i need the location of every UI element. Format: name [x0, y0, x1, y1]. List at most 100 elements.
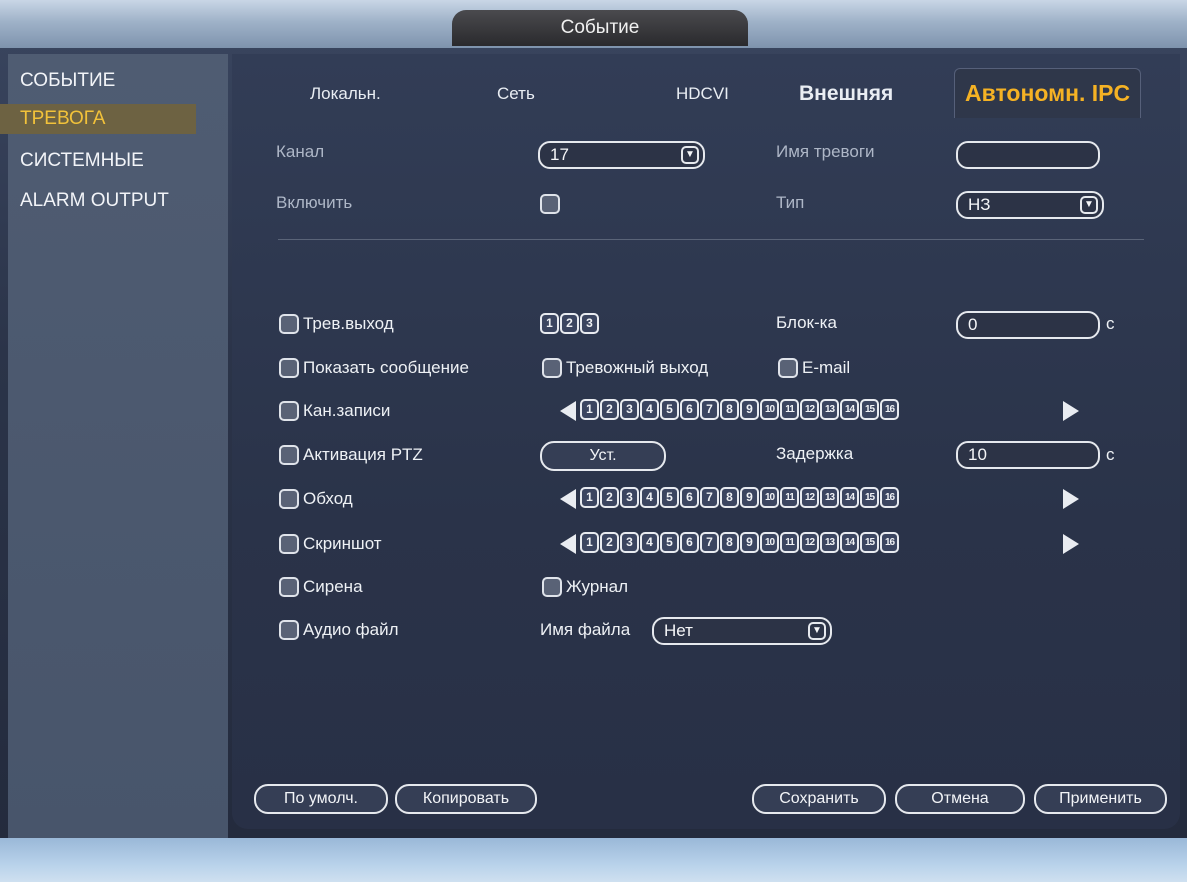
channel-number-8[interactable]: 8 [720, 399, 739, 420]
channel-select[interactable]: 17 ▼ [538, 141, 705, 169]
tab-local[interactable]: Локальн. [310, 72, 381, 116]
alarm-out-label: Трев.выход [303, 314, 394, 333]
channel-number-6[interactable]: 6 [680, 532, 699, 553]
cancel-button[interactable]: Отмена [895, 784, 1025, 814]
apply-button[interactable]: Применить [1034, 784, 1167, 814]
channel-number-9[interactable]: 9 [740, 399, 759, 420]
channel-number-12[interactable]: 12 [800, 532, 819, 553]
channel-number-14[interactable]: 14 [840, 487, 859, 508]
channel-number-14[interactable]: 14 [840, 399, 859, 420]
copy-button[interactable]: Копировать [395, 784, 537, 814]
next-arrow-icon[interactable] [1063, 534, 1079, 554]
channel-number-4[interactable]: 4 [640, 532, 659, 553]
channel-number-13[interactable]: 13 [820, 487, 839, 508]
taskbar [0, 838, 1187, 882]
channel-number-2[interactable]: 2 [600, 487, 619, 508]
next-arrow-icon[interactable] [1063, 401, 1079, 421]
alarm-name-label: Имя тревоги [776, 142, 875, 161]
alarm-out-checkbox[interactable]: Трев.выход [279, 311, 394, 337]
next-arrow-icon[interactable] [1063, 489, 1079, 509]
alarm-name-input[interactable] [956, 141, 1100, 169]
channel-number-1[interactable]: 1 [580, 532, 599, 553]
channel-number-4[interactable]: 4 [640, 487, 659, 508]
channel-number-3[interactable]: 3 [620, 532, 639, 553]
channel-number-1[interactable]: 1 [580, 399, 599, 420]
channel-number-12[interactable]: 12 [800, 487, 819, 508]
channel-number-6[interactable]: 6 [680, 399, 699, 420]
sidebar-item-alarm[interactable]: ТРЕВОГА [0, 104, 196, 134]
channel-number-9[interactable]: 9 [740, 532, 759, 553]
channel-number-11[interactable]: 11 [780, 487, 799, 508]
channel-number-12[interactable]: 12 [800, 399, 819, 420]
channel-number-14[interactable]: 14 [840, 532, 859, 553]
channel-number-5[interactable]: 5 [660, 532, 679, 553]
channel-number-10[interactable]: 10 [760, 399, 779, 420]
channel-number-11[interactable]: 11 [780, 399, 799, 420]
default-button[interactable]: По умолч. [254, 784, 388, 814]
channel-number-16[interactable]: 16 [880, 399, 899, 420]
channel-number-8[interactable]: 8 [720, 487, 739, 508]
channel-number-1[interactable]: 1 [580, 487, 599, 508]
alarm-upload-label: Тревожный выход [566, 358, 709, 377]
channel-number-3[interactable]: 3 [620, 487, 639, 508]
channel-number-16[interactable]: 16 [880, 532, 899, 553]
channel-number-5[interactable]: 5 [660, 487, 679, 508]
channel-number-5[interactable]: 5 [660, 399, 679, 420]
ptz-setup-button[interactable]: Уст. [540, 441, 666, 471]
record-channel-checkbox[interactable]: Кан.записи [279, 398, 390, 424]
siren-checkbox[interactable]: Сирена [279, 574, 363, 600]
chevron-down-icon: ▼ [808, 622, 826, 640]
alarm-upload-checkbox[interactable]: Тревожный выход [542, 355, 708, 381]
prev-arrow-icon[interactable] [560, 401, 576, 421]
tab-hdcvi[interactable]: HDCVI [676, 72, 729, 116]
channel-number-13[interactable]: 13 [820, 532, 839, 553]
channel-number-16[interactable]: 16 [880, 487, 899, 508]
delay-input[interactable]: 10 [956, 441, 1100, 469]
channel-number-13[interactable]: 13 [820, 399, 839, 420]
checkbox-box [542, 358, 562, 378]
tab-external[interactable]: Внешняя [799, 72, 893, 116]
channel-number-15[interactable]: 15 [860, 532, 879, 553]
prev-arrow-icon[interactable] [560, 489, 576, 509]
channel-number-8[interactable]: 8 [720, 532, 739, 553]
ptz-checkbox[interactable]: Активация PTZ [279, 442, 423, 468]
sidebar-item-alarm-output[interactable]: ALARM OUTPUT [0, 186, 200, 216]
show-message-checkbox[interactable]: Показать сообщение [279, 355, 469, 381]
save-button[interactable]: Сохранить [752, 784, 886, 814]
channel-number-2[interactable]: 2 [600, 399, 619, 420]
tour-checkbox[interactable]: Обход [279, 486, 353, 512]
file-name-select[interactable]: Нет ▼ [652, 617, 832, 645]
log-checkbox[interactable]: Журнал [542, 574, 628, 600]
email-checkbox[interactable]: E-mail [778, 355, 850, 381]
alarm-out-channel-3[interactable]: 3 [580, 313, 599, 334]
channel-number-4[interactable]: 4 [640, 399, 659, 420]
channel-number-11[interactable]: 11 [780, 532, 799, 553]
latch-input[interactable]: 0 [956, 311, 1100, 339]
sidebar-item-system[interactable]: СИСТЕМНЫЕ [0, 146, 200, 176]
tab-autonomous-ipc[interactable]: Автономн. IPC [954, 68, 1142, 118]
prev-arrow-icon[interactable] [560, 534, 576, 554]
channel-number-7[interactable]: 7 [700, 399, 719, 420]
snapshot-checkbox[interactable]: Скриншот [279, 531, 382, 557]
channel-number-9[interactable]: 9 [740, 487, 759, 508]
channel-number-7[interactable]: 7 [700, 487, 719, 508]
channel-number-6[interactable]: 6 [680, 487, 699, 508]
type-label: Тип [776, 193, 805, 212]
enable-checkbox[interactable] [540, 194, 560, 214]
channel-number-3[interactable]: 3 [620, 399, 639, 420]
channel-number-7[interactable]: 7 [700, 532, 719, 553]
snapshot-channel-strip: 1 2 3 4 5 6 7 8 9 10 11 12 13 14 15 16 [580, 532, 899, 554]
type-select[interactable]: НЗ ▼ [956, 191, 1104, 219]
alarm-out-channel-2[interactable]: 2 [560, 313, 579, 334]
tab-network[interactable]: Сеть [497, 72, 535, 116]
alarm-out-channel-1[interactable]: 1 [540, 313, 559, 334]
channel-number-10[interactable]: 10 [760, 532, 779, 553]
channel-number-15[interactable]: 15 [860, 399, 879, 420]
channel-number-15[interactable]: 15 [860, 487, 879, 508]
channel-number-2[interactable]: 2 [600, 532, 619, 553]
audio-checkbox[interactable]: Аудио файл [279, 617, 399, 643]
sidebar-item-event[interactable]: СОБЫТИЕ [0, 66, 200, 96]
channel-value: 17 [550, 145, 569, 164]
channel-number-10[interactable]: 10 [760, 487, 779, 508]
checkbox-box [279, 534, 299, 554]
